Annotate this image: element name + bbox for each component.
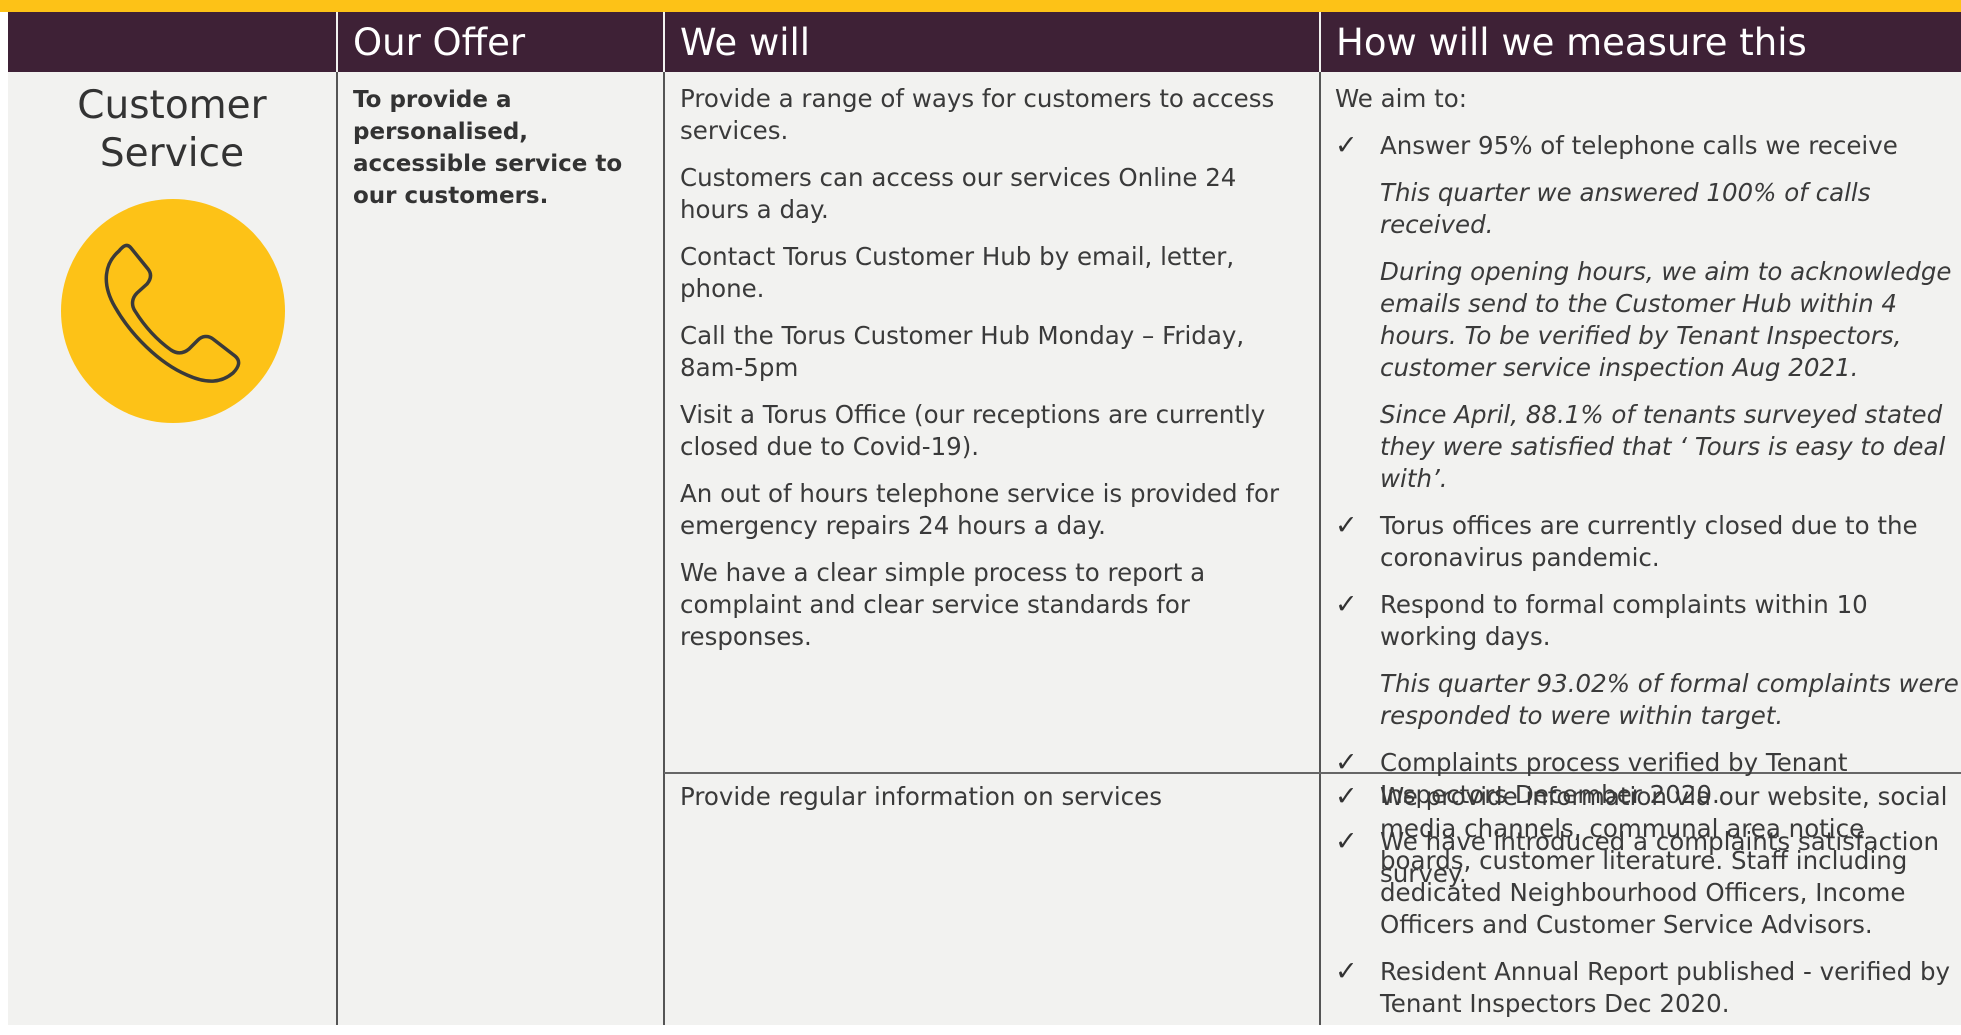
measure-intro: We aim to: — [1335, 84, 1467, 113]
header-divider — [663, 12, 665, 72]
we-will-item: Provide a range of ways for customers to… — [680, 84, 1275, 145]
header-divider — [1319, 12, 1321, 72]
measure-note: This quarter 93.02% of formal complaints… — [1380, 669, 1959, 730]
category-title: Customer Service — [77, 83, 267, 176]
we-will-item: An out of hours telephone service is pro… — [680, 479, 1280, 540]
offer-text: To provide a personalised, accessible se… — [353, 87, 623, 209]
we-will-item: Visit a Torus Office (our receptions are… — [680, 400, 1266, 461]
header-we-will: We will — [680, 21, 811, 64]
check-icon: ✓ — [1335, 130, 1358, 161]
check-icon: ✓ — [1335, 956, 1358, 987]
section2-we-will: Provide regular information on services — [680, 781, 1310, 828]
measure-text: Torus offices are currently closed due t… — [1380, 511, 1918, 572]
top-accent-bar — [0, 0, 1961, 12]
we-will-item: We have a clear simple process to report… — [680, 558, 1206, 651]
header-our-offer: Our Offer — [353, 21, 526, 64]
header-category — [8, 12, 336, 72]
measure-item: ✓ Torus offices are currently closed due… — [1335, 510, 1960, 574]
header-divider — [336, 12, 338, 72]
measure-text: Answer 95% of telephone calls we receive — [1380, 131, 1898, 160]
measure-text: Respond to formal complaints within 10 w… — [1380, 590, 1868, 651]
column-divider — [663, 72, 665, 1025]
measure-note: During opening hours, we aim to acknowle… — [1380, 257, 1952, 382]
we-will-item: Provide regular information on services — [680, 782, 1162, 811]
measure-text: Resident Annual Report published - verif… — [1380, 957, 1950, 1018]
check-icon: ✓ — [1335, 589, 1358, 620]
measure-item: ✓ We provide information via our website… — [1335, 781, 1960, 941]
section2-measures: ✓ We provide information via our website… — [1335, 781, 1960, 1035]
header-measure: How will we measure this — [1336, 21, 1807, 64]
we-will-item: Customers can access our services Online… — [680, 163, 1237, 224]
measure-item: ✓ Answer 95% of telephone calls we recei… — [1335, 130, 1960, 162]
we-will-item: Call the Torus Customer Hub Monday – Fri… — [680, 321, 1245, 382]
measure-item: ✓ Respond to formal complaints within 10… — [1335, 589, 1960, 653]
measure-note: This quarter we answered 100% of calls r… — [1380, 178, 1871, 239]
measure-text: We provide information via our website, … — [1380, 782, 1948, 939]
check-icon: ✓ — [1335, 781, 1358, 812]
measure-note: Since April, 88.1% of tenants surveyed s… — [1380, 400, 1946, 493]
phone-icon-graphic — [104, 243, 241, 383]
column-divider — [336, 72, 338, 1025]
check-icon: ✓ — [1335, 510, 1358, 541]
we-will-item: Contact Torus Customer Hub by email, let… — [680, 242, 1235, 303]
measure-item: ✓ Resident Annual Report published - ver… — [1335, 956, 1960, 1020]
column-divider — [1319, 72, 1321, 1025]
section1-we-will: Provide a range of ways for customers to… — [680, 83, 1310, 668]
check-icon: ✓ — [1335, 747, 1358, 778]
phone-icon — [61, 199, 285, 423]
